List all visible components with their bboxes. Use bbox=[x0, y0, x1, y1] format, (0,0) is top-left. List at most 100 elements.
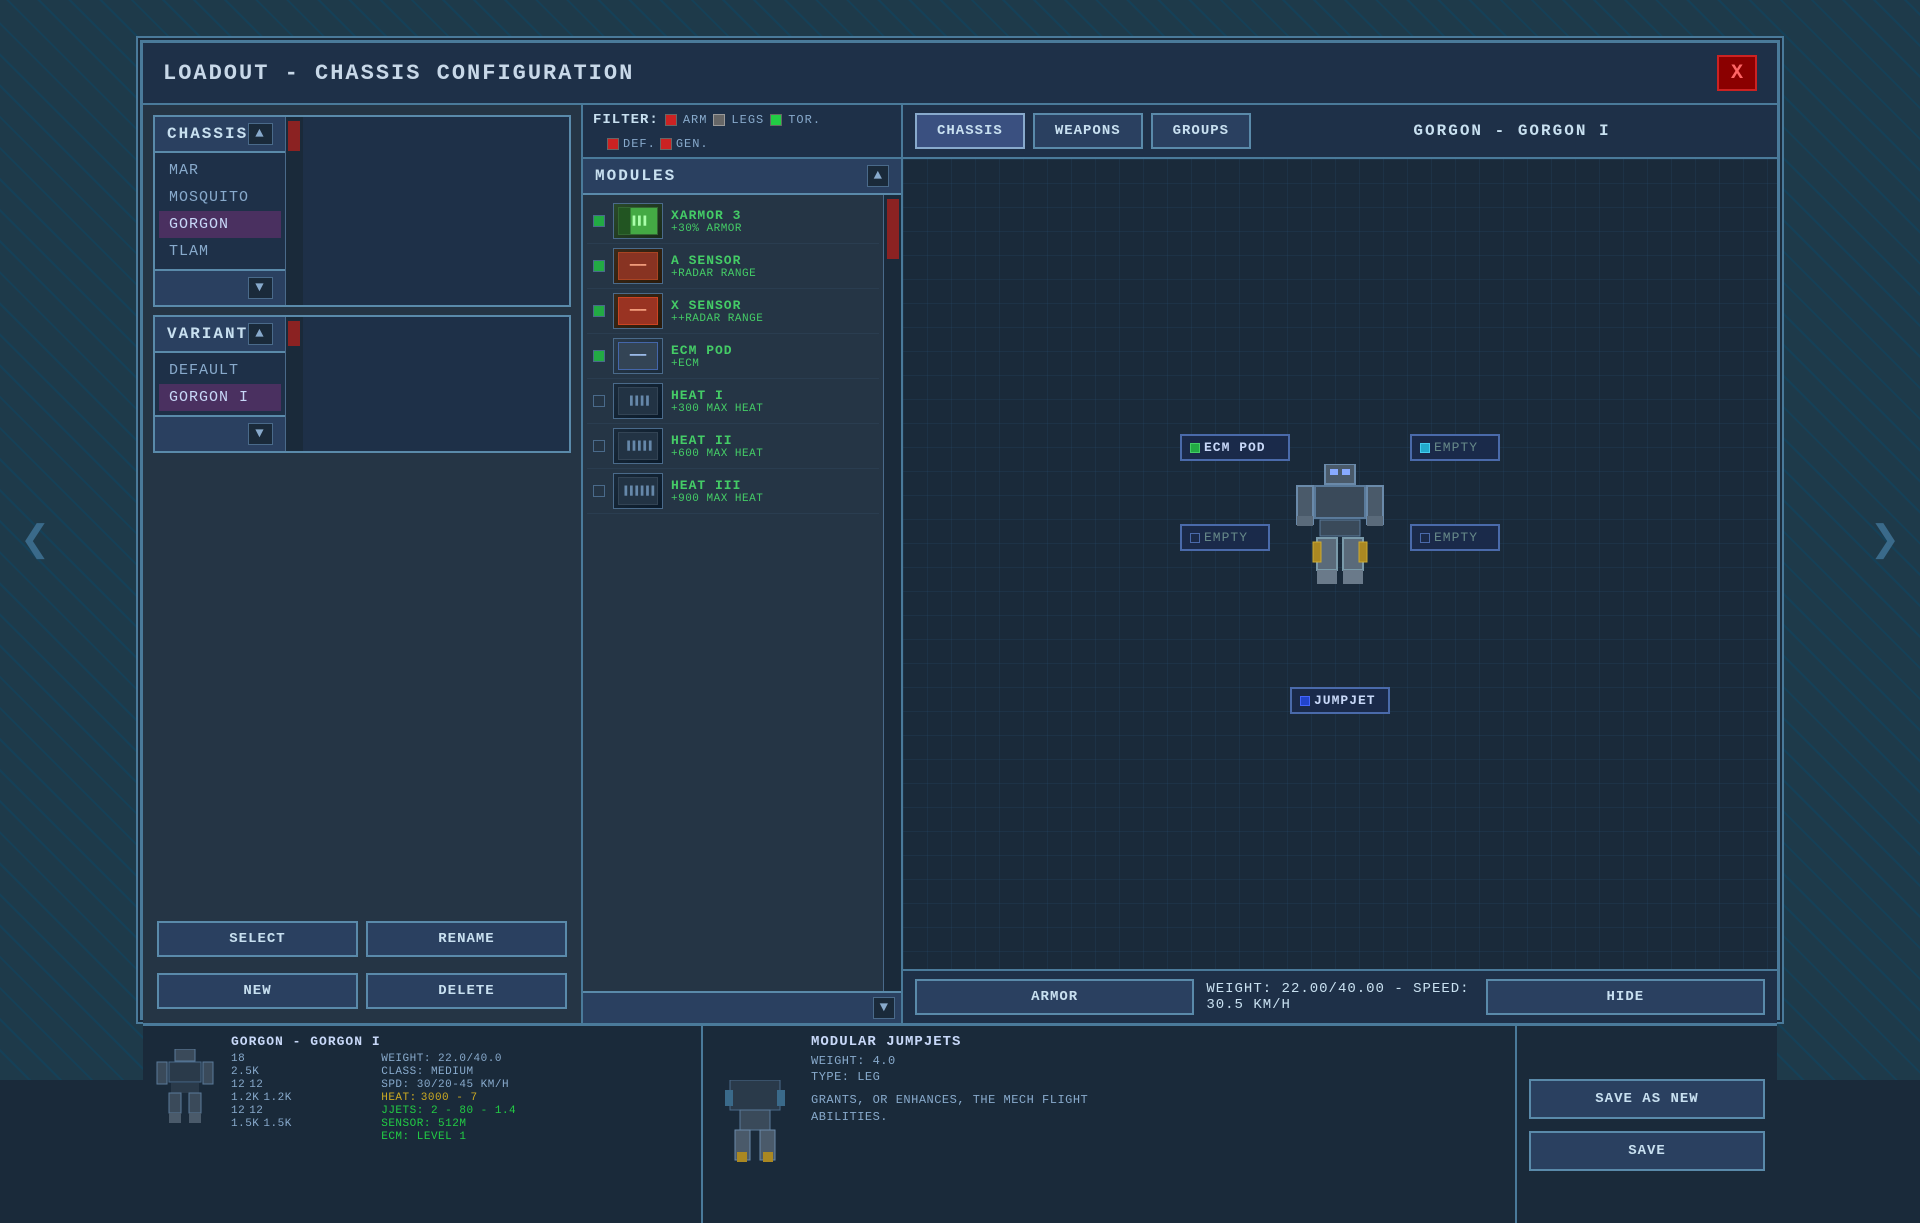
module-item-ecmpod[interactable]: ━━━ ECM POD +ECM bbox=[587, 334, 879, 379]
slot-jumpjet-label: JUMPJET bbox=[1314, 693, 1376, 708]
filter-tor-dot[interactable] bbox=[770, 114, 782, 126]
variant-scroll-down[interactable]: ▼ bbox=[248, 423, 272, 445]
module-info-ecmpod: ECM POD +ECM bbox=[671, 343, 873, 370]
slot-jumpjet[interactable]: JUMPJET bbox=[1290, 687, 1390, 714]
tab-weapons[interactable]: WEAPONS bbox=[1033, 113, 1143, 149]
slot-right-torso-check bbox=[1420, 533, 1430, 543]
stat-val1: 2.5K bbox=[231, 1066, 375, 1078]
save-as-new-button[interactable]: SAVE AS NEW bbox=[1529, 1079, 1765, 1119]
module-desc-xsensor: ++RADAR RANGE bbox=[671, 313, 873, 325]
chassis-scrollbar bbox=[285, 117, 303, 305]
mech-slots-container: ECM POD EMPTY bbox=[1170, 404, 1510, 724]
bottom-actions: ARMOR WEIGHT: 22.00/40.00 - SPEED: 30.5 … bbox=[903, 969, 1777, 1023]
filter-legs-label: LEGS bbox=[731, 113, 764, 127]
mech-stats-grid: 18 WEIGHT: 22.0/40.0 2.5K CLASS: MEDIUM … bbox=[231, 1053, 689, 1143]
tab-chassis[interactable]: CHASSIS bbox=[915, 113, 1025, 149]
module-desc-heat3: +900 MAX HEAT bbox=[671, 493, 873, 505]
module-info-xsensor: X SENSOR ++RADAR RANGE bbox=[671, 298, 873, 325]
new-delete-row: NEW DELETE bbox=[153, 969, 571, 1013]
slot-left-torso[interactable]: EMPTY bbox=[1180, 524, 1270, 551]
select-button[interactable]: SELECT bbox=[157, 921, 358, 957]
slot-right-arm[interactable]: EMPTY bbox=[1410, 434, 1500, 461]
variant-scroll-down-bar: ▼ bbox=[155, 415, 285, 451]
save-button[interactable]: SAVE bbox=[1529, 1131, 1765, 1171]
slot-right-torso-label: EMPTY bbox=[1434, 530, 1478, 545]
module-name-heat1: HEAT I bbox=[671, 388, 873, 403]
mech-stats: GORGON - GORGON I 18 WEIGHT: 22.0/40.0 2… bbox=[143, 1026, 703, 1223]
mech-title: GORGON - GORGON I bbox=[1259, 122, 1765, 140]
module-check-xsensor bbox=[593, 305, 605, 317]
stat-armor: 18 bbox=[231, 1053, 375, 1065]
stat-jjets: JJETS: 2 - 80 - 1.4 bbox=[381, 1105, 599, 1117]
rename-button[interactable]: RENAME bbox=[366, 921, 567, 957]
filter-legs-dot[interactable] bbox=[713, 114, 725, 126]
modules-panel: FILTER: ARM LEGS TOR. DEF. GEN. MODULES bbox=[583, 105, 903, 1023]
stat-val2b: 12 bbox=[249, 1079, 263, 1091]
mech-stats-text: GORGON - GORGON I 18 WEIGHT: 22.0/40.0 2… bbox=[231, 1034, 689, 1143]
slot-right-torso[interactable]: EMPTY bbox=[1410, 524, 1500, 551]
filter-gen-dot[interactable] bbox=[660, 138, 672, 150]
stat-val3a: 1.2K bbox=[231, 1092, 259, 1104]
module-sprite bbox=[715, 1034, 795, 1215]
filter-def-dot[interactable] bbox=[607, 138, 619, 150]
armor-button[interactable]: ARMOR bbox=[915, 979, 1194, 1015]
module-check-heat2 bbox=[593, 440, 605, 452]
close-button[interactable]: X bbox=[1717, 55, 1757, 91]
mech-display: ECM POD EMPTY bbox=[903, 159, 1777, 969]
chassis-scroll-down[interactable]: ▼ bbox=[248, 277, 272, 299]
content-area: CHASSIS ▲ MAR MOSQUITO GORGON TLAM bbox=[143, 105, 1777, 1023]
modules-list: ▐▐▐ XARMOR 3 +30% ARMOR ━━━ bbox=[583, 195, 883, 991]
right-panel: CHASSIS WEAPONS GROUPS GORGON - GORGON I… bbox=[903, 105, 1777, 1023]
filter-tor-label: TOR. bbox=[788, 113, 821, 127]
modules-scroll-thumb bbox=[887, 199, 899, 259]
module-icon-heat3: ▐▐▐▐▐▐ bbox=[613, 473, 663, 509]
stat-class: CLASS: MEDIUM bbox=[381, 1066, 599, 1078]
slot-jumpjet-check bbox=[1300, 696, 1310, 706]
module-item-heat3[interactable]: ▐▐▐▐▐▐ HEAT III +900 MAX HEAT bbox=[587, 469, 879, 514]
module-name-xarmor3: XARMOR 3 bbox=[671, 208, 873, 223]
chassis-item-tlam[interactable]: TLAM bbox=[159, 238, 281, 265]
module-desc-ecmpod: +ECM bbox=[671, 358, 873, 370]
variant-section: VARIANT ▲ DEFAULT GORGON I ▼ bbox=[153, 315, 571, 453]
variant-item-gorgon1[interactable]: GORGON I bbox=[159, 384, 281, 411]
chassis-item-mar[interactable]: MAR bbox=[159, 157, 281, 184]
variant-scroll-up[interactable]: ▲ bbox=[248, 323, 272, 345]
tab-groups[interactable]: GROUPS bbox=[1151, 113, 1251, 149]
right-top-bar: CHASSIS WEAPONS GROUPS GORGON - GORGON I bbox=[903, 105, 1777, 159]
filter-label: FILTER: bbox=[593, 112, 659, 128]
modules-scroll-up[interactable]: ▲ bbox=[867, 165, 889, 187]
module-item-asensor[interactable]: ━━━ A SENSOR +RADAR RANGE bbox=[587, 244, 879, 289]
module-icon-ecmpod: ━━━ bbox=[613, 338, 663, 374]
module-info-heat1: HEAT I +300 MAX HEAT bbox=[671, 388, 873, 415]
module-item-heat2[interactable]: ▐▐▐▐▐ HEAT II +600 MAX HEAT bbox=[587, 424, 879, 469]
delete-button[interactable]: DELETE bbox=[366, 973, 567, 1009]
slot-ecm-pod-label: ECM POD bbox=[1204, 440, 1266, 455]
chassis-item-gorgon[interactable]: GORGON bbox=[159, 211, 281, 238]
new-button[interactable]: NEW bbox=[157, 973, 358, 1009]
mech-mini-sprite bbox=[155, 1049, 215, 1129]
stat-ecm: ECM: LEVEL 1 bbox=[381, 1131, 599, 1143]
modules-scroll-down[interactable]: ▼ bbox=[873, 997, 895, 1019]
filter-arm-dot[interactable] bbox=[665, 114, 677, 126]
stat-val3b: 1.2K bbox=[263, 1092, 291, 1104]
stat-val5b: 1.5K bbox=[263, 1118, 291, 1130]
module-name-asensor: A SENSOR bbox=[671, 253, 873, 268]
module-check-xarmor3 bbox=[593, 215, 605, 227]
slot-right-arm-icon bbox=[1420, 443, 1430, 453]
filter-gen-label: GEN. bbox=[676, 137, 709, 151]
save-area: SAVE AS NEW SAVE bbox=[1517, 1026, 1777, 1223]
chassis-scroll-up[interactable]: ▲ bbox=[248, 123, 272, 145]
window-title: LOADOUT - CHASSIS CONFIGURATION bbox=[163, 61, 634, 86]
module-item-heat1[interactable]: ▐▐▐▐ HEAT I +300 MAX HEAT bbox=[587, 379, 879, 424]
stat-heat-val: 3000 - 7 bbox=[421, 1092, 478, 1104]
chassis-item-mosquito[interactable]: MOSQUITO bbox=[159, 184, 281, 211]
variant-label: VARIANT bbox=[167, 325, 248, 343]
variant-header: VARIANT ▲ bbox=[155, 317, 285, 353]
module-item-xarmor3[interactable]: ▐▐▐ XARMOR 3 +30% ARMOR bbox=[587, 199, 879, 244]
hide-button[interactable]: HIDE bbox=[1486, 979, 1765, 1015]
slot-ecm-pod[interactable]: ECM POD bbox=[1180, 434, 1290, 461]
modules-header: MODULES ▲ bbox=[583, 159, 901, 195]
modules-scrollbar bbox=[883, 195, 901, 991]
module-item-xsensor[interactable]: ━━━ X SENSOR ++RADAR RANGE bbox=[587, 289, 879, 334]
variant-item-default[interactable]: DEFAULT bbox=[159, 357, 281, 384]
